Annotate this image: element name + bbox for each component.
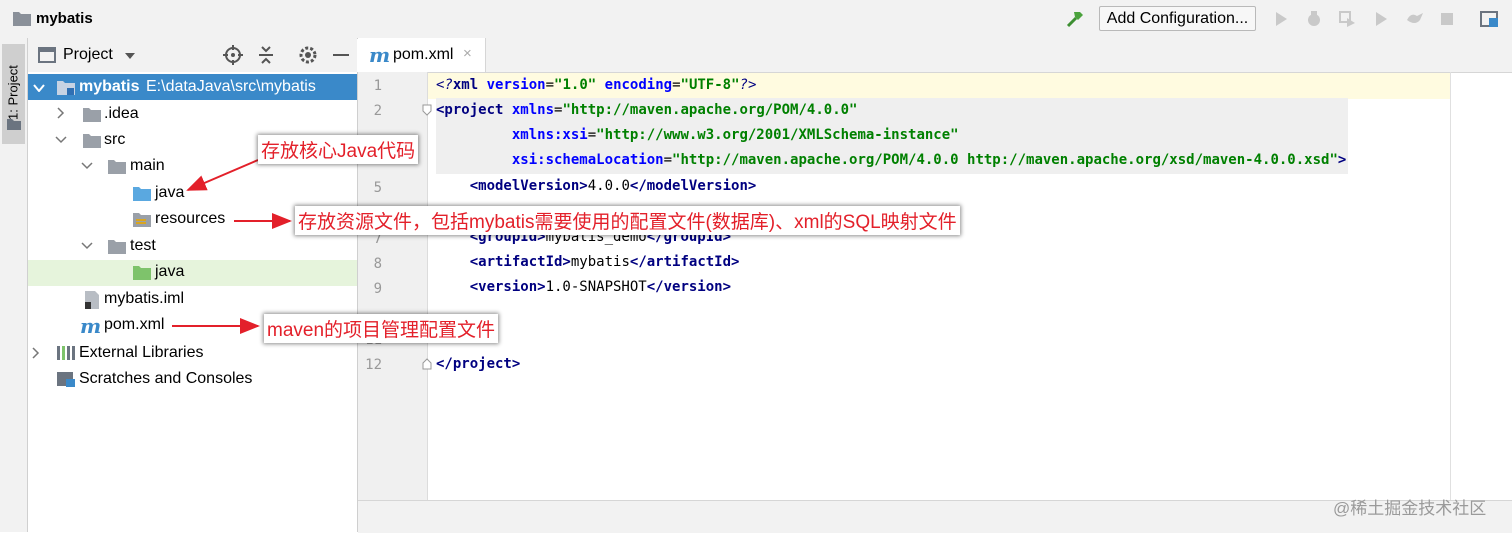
arrow-java — [186, 159, 259, 191]
annotation-arrows — [172, 159, 292, 334]
annotation-java-core: 存放核心Java代码 — [258, 135, 419, 164]
annotation-pom: maven的项目管理配置文件 — [264, 314, 499, 343]
annotation-resources: 存放资源文件，包括mybatis需要使用的配置文件(数据库)、xml的SQL映射… — [295, 206, 960, 235]
